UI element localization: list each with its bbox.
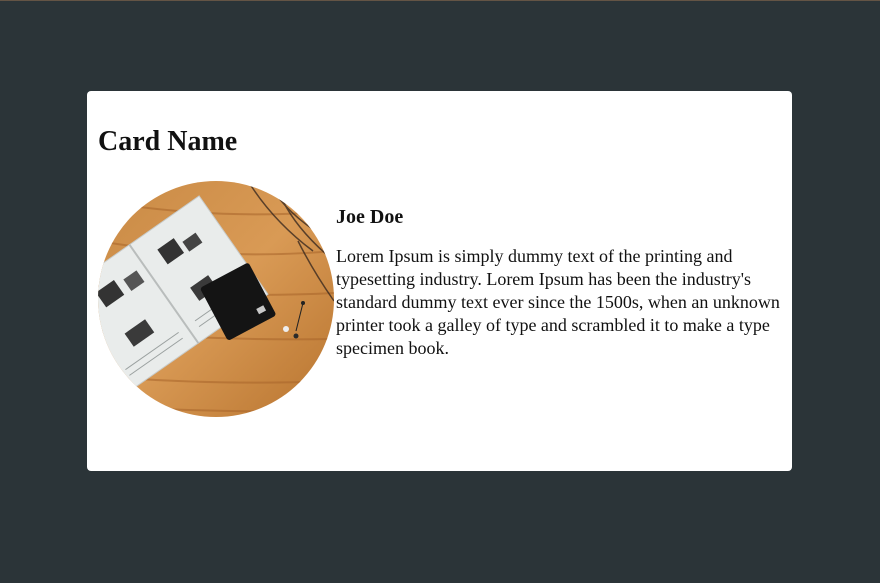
person-name: Joe Doe <box>336 206 404 228</box>
profile-photo-icon <box>98 181 334 417</box>
profile-card: Card Name Joe Doe Lorem Ipsum is simply … <box>87 91 792 471</box>
card-title: Card Name <box>98 126 238 157</box>
card-description: Lorem Ipsum is simply dummy text of the … <box>336 246 780 359</box>
card-info: Joe Doe Lorem Ipsum is simply dummy text… <box>336 205 784 360</box>
top-border-line <box>0 0 880 1</box>
